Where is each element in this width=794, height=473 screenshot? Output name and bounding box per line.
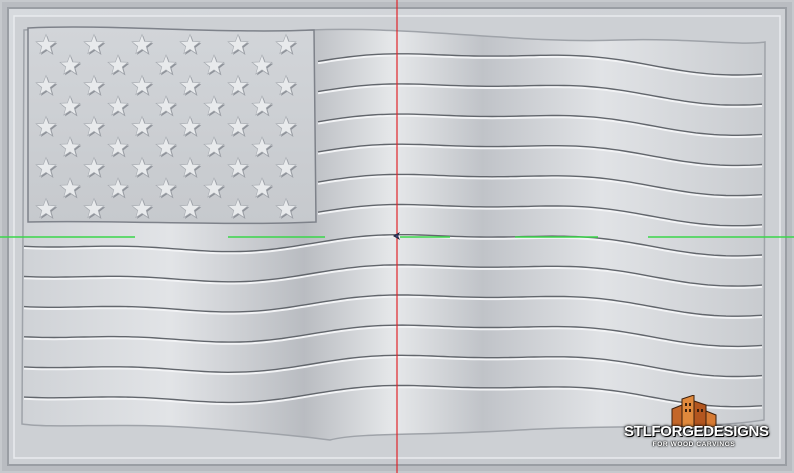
brand-watermark: STLFORGEDESIGNS FOR WOOD CARVINGS xyxy=(624,395,769,457)
brand-name: STLFORGEDESIGNS xyxy=(624,423,769,440)
model-viewport[interactable]: STLFORGEDESIGNS FOR WOOD CARVINGS xyxy=(0,0,794,473)
brand-tagline: FOR WOOD CARVINGS xyxy=(652,441,736,448)
